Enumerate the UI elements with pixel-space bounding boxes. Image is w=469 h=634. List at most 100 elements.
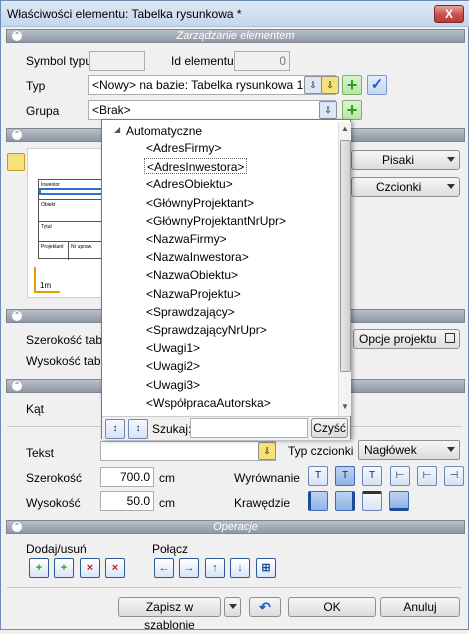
fonts-label: Czcionki — [376, 180, 422, 194]
merge-right-button[interactable]: → — [179, 558, 199, 578]
field-item[interactable]: <Uwagi3> — [146, 377, 200, 393]
type-tag-icon[interactable]: ⇩ — [321, 76, 339, 94]
confirm-type-button[interactable]: ✓ — [367, 75, 387, 95]
group-value: <Brak> — [92, 103, 131, 117]
axis-x — [34, 291, 60, 293]
project-options-button[interactable]: Opcje projektu — [353, 329, 460, 349]
field-item[interactable]: <Sprawdzający> — [146, 304, 235, 320]
width-unit: cm — [159, 471, 175, 485]
table-preview: Inwestor Obiekt Tytuł Projektant Nr upra… — [27, 148, 105, 298]
font-type-value: Nagłówek — [364, 443, 417, 457]
field-item[interactable]: <Uwagi2> — [146, 358, 200, 374]
insert-field-icon[interactable]: ⇩ — [258, 442, 276, 460]
text-field[interactable] — [100, 441, 276, 461]
search-label: Szukaj: — [152, 422, 192, 436]
preview-table: Inwestor Obiekt Tytuł Projektant Nr upra… — [38, 179, 105, 260]
type-label: Typ — [26, 79, 46, 93]
angle-label: Kąt — [26, 402, 45, 416]
scroll-up-icon[interactable]: ▲ — [341, 124, 349, 133]
group-browse-icon[interactable]: ⇩ — [319, 101, 337, 119]
field-item[interactable]: <NazwaObiektu> — [146, 267, 238, 283]
id-field: 0 — [234, 51, 290, 71]
chevron-down-icon — [447, 184, 455, 189]
clear-button[interactable]: Czyść — [311, 418, 348, 438]
table-height-label: Wysokość tabe — [26, 354, 108, 368]
project-options-label: Opcje projektu — [359, 332, 437, 346]
collapse-icon: ⌃ — [12, 130, 22, 140]
cancel-button[interactable]: Anuluj — [380, 597, 460, 617]
field-item[interactable]: <NazwaProjektu> — [146, 286, 241, 302]
merge-up-button[interactable]: ↑ — [205, 558, 225, 578]
save-template-button[interactable]: Zapisz w szablonie — [118, 597, 221, 632]
collapse-icon: ⌃ — [12, 522, 22, 532]
add-type-button[interactable]: + — [342, 75, 362, 95]
field-item[interactable]: <AdresObiektu> — [146, 176, 233, 192]
table-width-label: Szerokość tabe — [26, 333, 109, 347]
field-item[interactable]: <GłównyProjektant> — [146, 195, 254, 211]
preview-cell: Nr upraw. — [71, 244, 93, 250]
remove-row-button[interactable]: × — [80, 558, 100, 578]
scroll-thumb[interactable] — [340, 140, 351, 372]
id-label: Id elementu — [171, 54, 234, 68]
scale-label: 1m — [40, 281, 52, 290]
add-remove-label: Dodaj/usuń — [26, 542, 87, 556]
align-center-button[interactable]: ⊢ — [417, 466, 437, 486]
border-top-button[interactable] — [362, 491, 382, 511]
section-management-header[interactable]: ⌃ Zarządzanie elementem — [6, 29, 465, 43]
add-row-button[interactable]: + — [29, 558, 49, 578]
type-combo[interactable]: <Nowy> na bazie: Tabelka rysunkowa 1 (sk — [88, 75, 336, 95]
search-input[interactable] — [190, 418, 308, 438]
preview-mode-icon[interactable] — [7, 153, 25, 171]
undo-button[interactable]: ↶ — [249, 597, 281, 617]
add-column-button[interactable]: + — [54, 558, 74, 578]
sort-asc-icon[interactable]: ↕ — [105, 419, 125, 439]
field-item[interactable]: <WspółpracaAutorska> — [146, 395, 271, 411]
section-operations-header[interactable]: ⌃ Operacje — [6, 520, 465, 534]
merge-left-button[interactable]: ← — [154, 558, 174, 578]
align-top-right-button[interactable]: T — [362, 466, 382, 486]
align-label: Wyrównanie — [234, 471, 300, 485]
fonts-dropdown[interactable]: Czcionki — [351, 177, 460, 197]
border-left-button[interactable] — [308, 491, 328, 511]
symbol-field — [89, 51, 145, 71]
field-item[interactable]: <AdresInwestora> — [144, 158, 248, 175]
scroll-down-icon[interactable]: ▼ — [341, 402, 349, 411]
type-browse-icon[interactable]: ⇩ — [304, 76, 322, 94]
width-field[interactable]: 700.0 — [100, 467, 154, 487]
align-right-button[interactable]: ⊣ — [444, 466, 464, 486]
preview-cell: Tytuł — [39, 222, 105, 242]
pens-dropdown[interactable]: Pisaki — [351, 150, 460, 170]
close-button[interactable]: X — [434, 5, 464, 23]
save-template-dropdown[interactable] — [224, 597, 241, 617]
scrollbar[interactable]: ▲ ▼ — [338, 122, 351, 416]
popup-footer: ↕ ↕ Szukaj: Czyść — [102, 416, 350, 440]
align-top-center-button[interactable]: T — [335, 466, 355, 486]
tree-root[interactable]: Automatyczne — [126, 123, 202, 139]
preview-cell: Obiekt — [39, 200, 105, 222]
split-cell-button[interactable]: ⊞ — [256, 558, 276, 578]
type-value: <Nowy> na bazie: Tabelka rysunkowa 1 (sk — [92, 78, 323, 92]
field-item[interactable]: <GłównyProjektantNrUpr> — [146, 213, 286, 229]
align-top-left-button[interactable]: T — [308, 466, 328, 486]
chevron-down-icon — [447, 157, 455, 162]
tree-expand-icon[interactable]: ◢ — [114, 125, 120, 134]
add-group-button[interactable]: + — [342, 100, 362, 120]
field-item[interactable]: <Uwagi1> — [146, 340, 200, 356]
field-item[interactable]: <NazwaInwestora> — [146, 249, 249, 265]
remove-column-button[interactable]: × — [105, 558, 125, 578]
merge-label: Połącz — [152, 542, 189, 556]
align-left-button[interactable]: ⊢ — [390, 466, 410, 486]
field-item[interactable]: <SprawdzającyNrUpr> — [146, 322, 267, 338]
font-type-dropdown[interactable]: Nagłówek — [358, 440, 460, 460]
field-item[interactable]: <NazwaFirmy> — [146, 231, 227, 247]
field-item[interactable]: <AdresFirmy> — [146, 140, 221, 156]
collapse-icon: ⌃ — [12, 381, 22, 391]
ok-button[interactable]: OK — [288, 597, 376, 617]
border-right-button[interactable] — [335, 491, 355, 511]
group-combo[interactable]: <Brak> — [88, 100, 336, 120]
sort-desc-icon[interactable]: ↕ — [128, 419, 148, 439]
height-field[interactable]: 50.0 — [100, 491, 154, 511]
border-bottom-button[interactable] — [389, 491, 409, 511]
section-management-title: Zarządzanie elementem — [176, 30, 295, 42]
merge-down-button[interactable]: ↓ — [230, 558, 250, 578]
